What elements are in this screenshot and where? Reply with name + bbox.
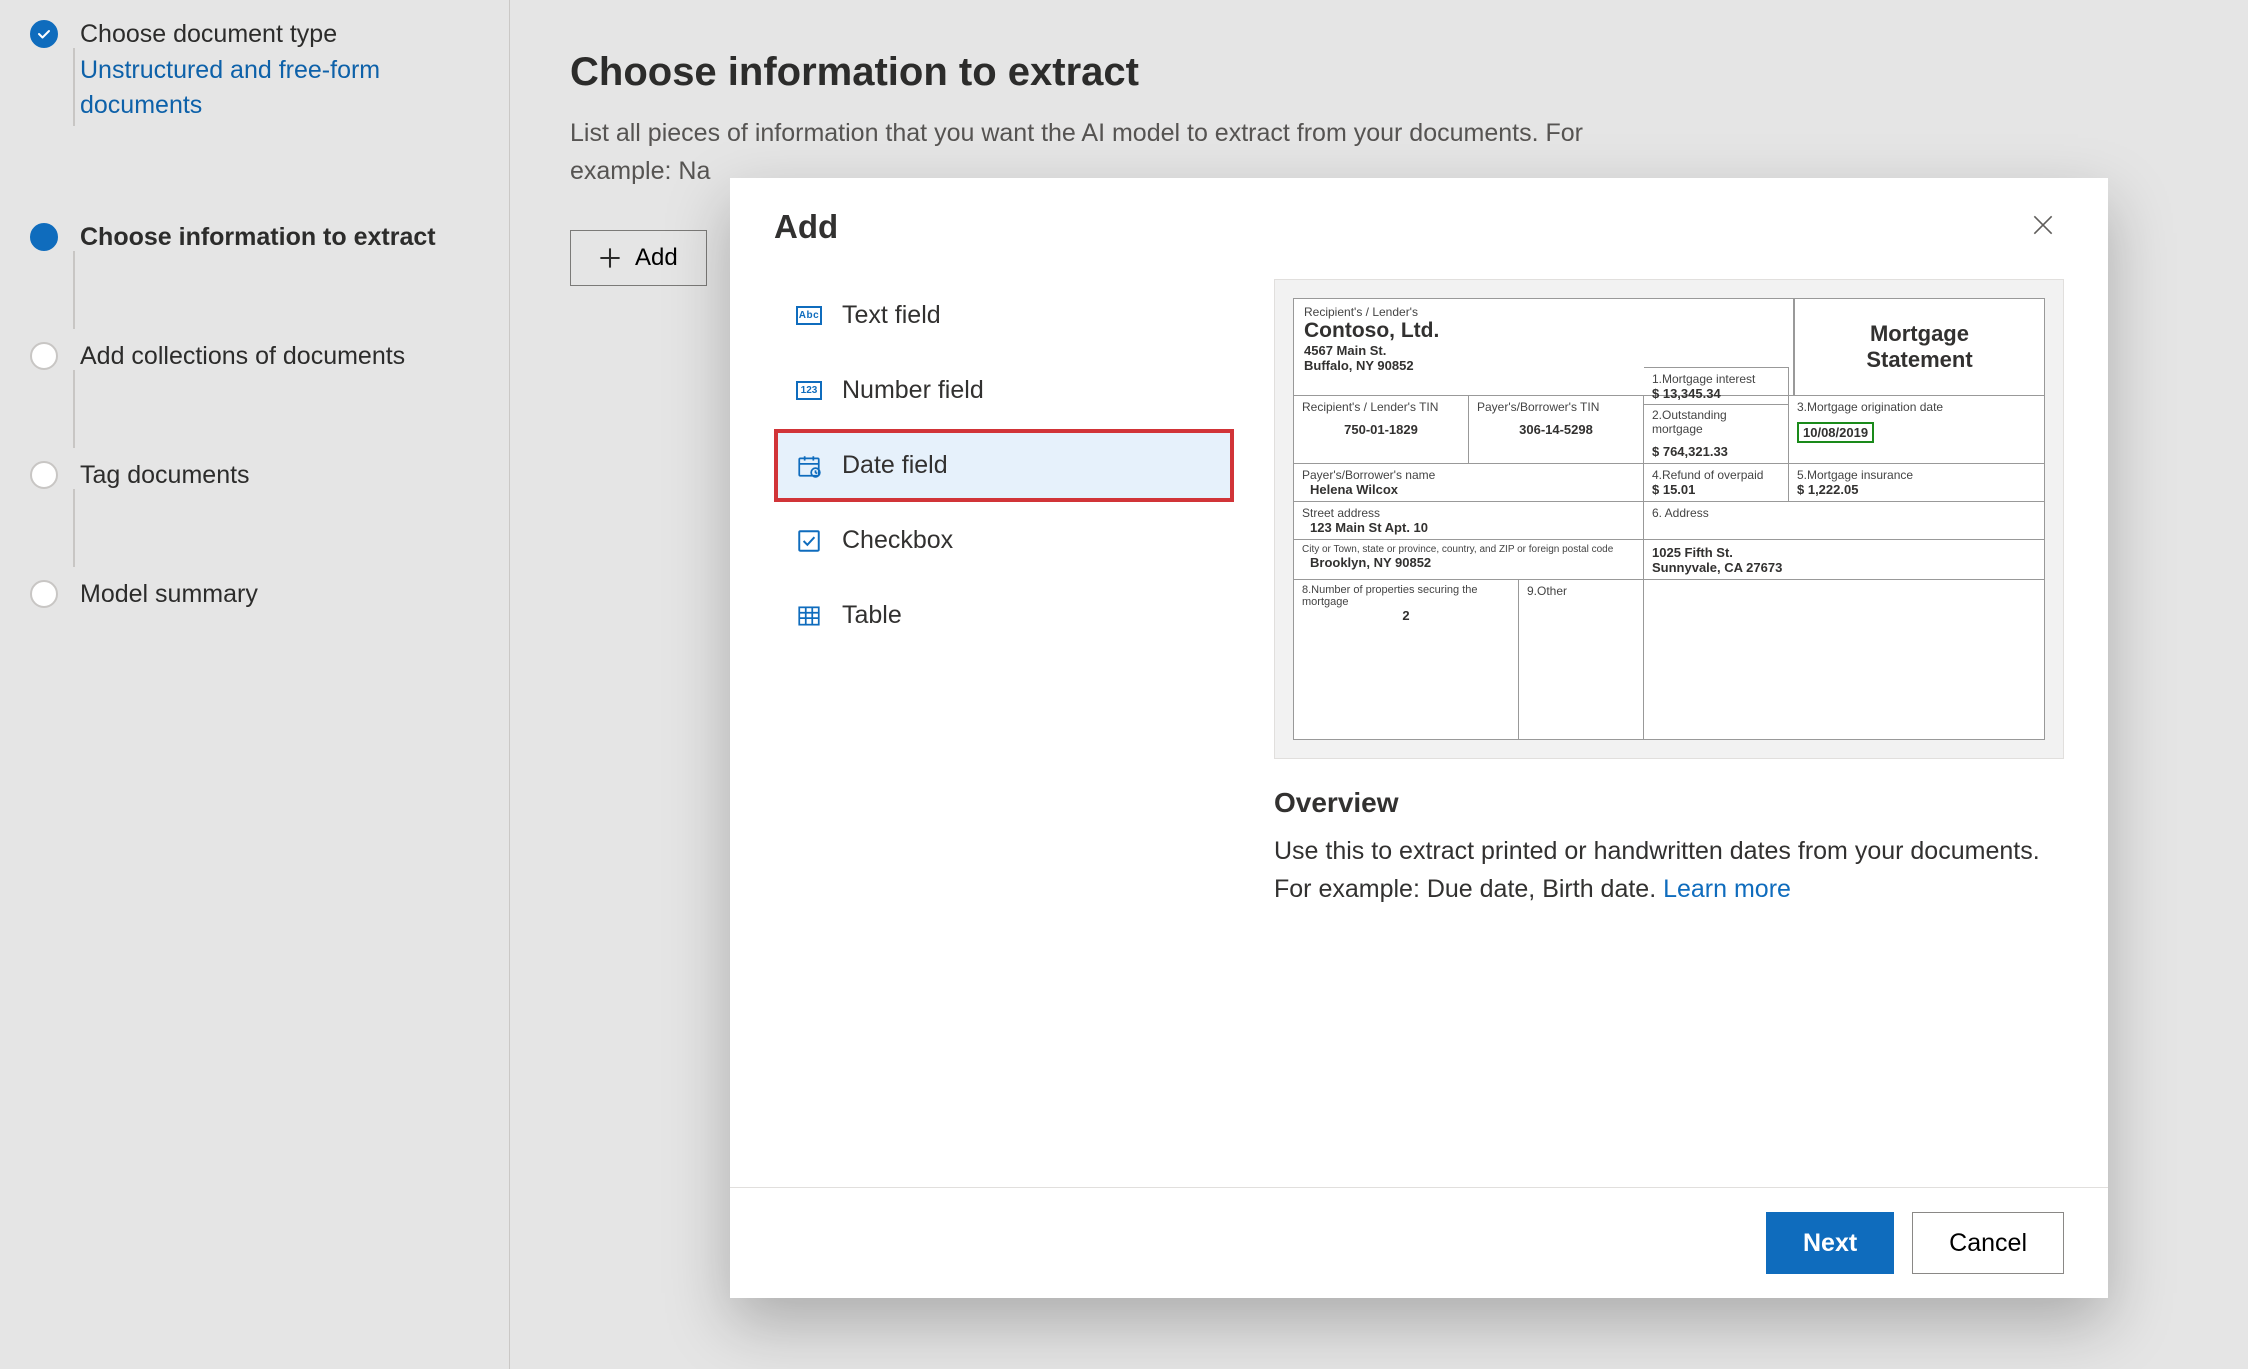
form-label: City or Town, state or province, country… bbox=[1302, 544, 1635, 555]
learn-more-link[interactable]: Learn more bbox=[1663, 875, 1791, 903]
document-preview: Recipient's / Lender's Contoso, Ltd. 456… bbox=[1274, 279, 2064, 759]
form-value: Sunnyvale, CA 27673 bbox=[1652, 560, 2036, 575]
step-connector bbox=[73, 489, 75, 567]
doc-title-1: Mortgage bbox=[1866, 321, 1972, 347]
check-circle-icon bbox=[30, 20, 58, 48]
field-type-number[interactable]: 123 Number field bbox=[774, 354, 1234, 427]
form-value: 306-14-5298 bbox=[1477, 414, 1635, 437]
field-type-label: Text field bbox=[842, 301, 941, 330]
field-type-table[interactable]: Table bbox=[774, 579, 1234, 652]
form-label: 9.Other bbox=[1527, 584, 1635, 598]
form-value: $ 1,222.05 bbox=[1797, 482, 2036, 497]
modal-title: Add bbox=[774, 208, 838, 246]
checkbox-icon bbox=[796, 528, 822, 554]
overview-text: Use this to extract printed or handwritt… bbox=[1274, 833, 2064, 908]
empty-circle-icon bbox=[30, 580, 58, 608]
form-addr1: 4567 Main St. bbox=[1304, 343, 1783, 358]
form-value: 750-01-1829 bbox=[1302, 414, 1460, 437]
overview-heading: Overview bbox=[1274, 787, 2064, 819]
next-button[interactable]: Next bbox=[1766, 1212, 1894, 1274]
form-value: Brooklyn, NY 90852 bbox=[1302, 555, 1635, 570]
modal-footer: Next Cancel bbox=[730, 1187, 2108, 1298]
form-value: 1025 Fifth St. bbox=[1652, 545, 2036, 560]
highlighted-date: 10/08/2019 bbox=[1797, 422, 1874, 443]
step-connector bbox=[73, 48, 75, 126]
field-type-label: Date field bbox=[842, 451, 948, 480]
form-value: 123 Main St Apt. 10 bbox=[1302, 520, 1635, 535]
form-label: Payer's/Borrower's name bbox=[1302, 468, 1635, 482]
app-root: Choose document type Unstructured and fr… bbox=[0, 0, 2248, 1369]
text-field-icon: Abc bbox=[796, 303, 822, 329]
doc-title-2: Statement bbox=[1866, 347, 1972, 373]
form-label: 8.Number of properties securing the mort… bbox=[1302, 584, 1510, 608]
add-field-modal: Add Abc Text field 123 Number field bbox=[730, 178, 2108, 1298]
form-label: 1.Mortgage interest bbox=[1652, 372, 1780, 386]
overview-paragraph: Use this to extract printed or handwritt… bbox=[1274, 837, 2040, 903]
field-type-label: Table bbox=[842, 601, 902, 630]
field-type-checkbox[interactable]: Checkbox bbox=[774, 504, 1234, 577]
empty-circle-icon bbox=[30, 461, 58, 489]
form-label: Payer's/Borrower's TIN bbox=[1477, 400, 1635, 414]
empty-circle-icon bbox=[30, 342, 58, 370]
current-step-icon bbox=[30, 223, 58, 251]
form-label: 4.Refund of overpaid bbox=[1652, 468, 1780, 482]
modal-body: Abc Text field 123 Number field bbox=[730, 259, 2108, 1187]
form-label: 5.Mortgage insurance bbox=[1797, 468, 2036, 482]
field-type-label: Number field bbox=[842, 376, 984, 405]
form-value: $ 13,345.34 bbox=[1652, 386, 1780, 401]
form-label: Street address bbox=[1302, 506, 1635, 520]
field-type-list: Abc Text field 123 Number field bbox=[774, 279, 1234, 1187]
preview-pane: Recipient's / Lender's Contoso, Ltd. 456… bbox=[1274, 279, 2064, 1187]
field-type-label: Checkbox bbox=[842, 526, 953, 555]
form-label: 6. Address bbox=[1652, 506, 2036, 520]
field-type-date[interactable]: Date field bbox=[774, 429, 1234, 502]
close-icon bbox=[2030, 212, 2056, 238]
form-label: 2.Outstanding mortgage bbox=[1652, 408, 1780, 436]
step-connector bbox=[73, 251, 75, 329]
form-value: $ 764,321.33 bbox=[1652, 436, 1780, 459]
form-label: 3.Mortgage origination date bbox=[1797, 400, 2036, 414]
form-label: Recipient's / Lender's bbox=[1304, 305, 1783, 319]
calendar-icon bbox=[796, 453, 822, 479]
number-field-icon: 123 bbox=[796, 378, 822, 404]
sample-form: Recipient's / Lender's Contoso, Ltd. 456… bbox=[1293, 298, 2045, 740]
step-connector bbox=[73, 370, 75, 448]
field-type-text[interactable]: Abc Text field bbox=[774, 279, 1234, 352]
close-button[interactable] bbox=[2022, 204, 2064, 249]
cancel-button[interactable]: Cancel bbox=[1912, 1212, 2064, 1274]
form-value: Helena Wilcox bbox=[1302, 482, 1635, 497]
form-company: Contoso, Ltd. bbox=[1304, 319, 1783, 343]
form-value: 2 bbox=[1302, 608, 1510, 623]
modal-header: Add bbox=[730, 178, 2108, 259]
form-label: Recipient's / Lender's TIN bbox=[1302, 400, 1460, 414]
table-icon bbox=[796, 603, 822, 629]
form-value: $ 15.01 bbox=[1652, 482, 1780, 497]
